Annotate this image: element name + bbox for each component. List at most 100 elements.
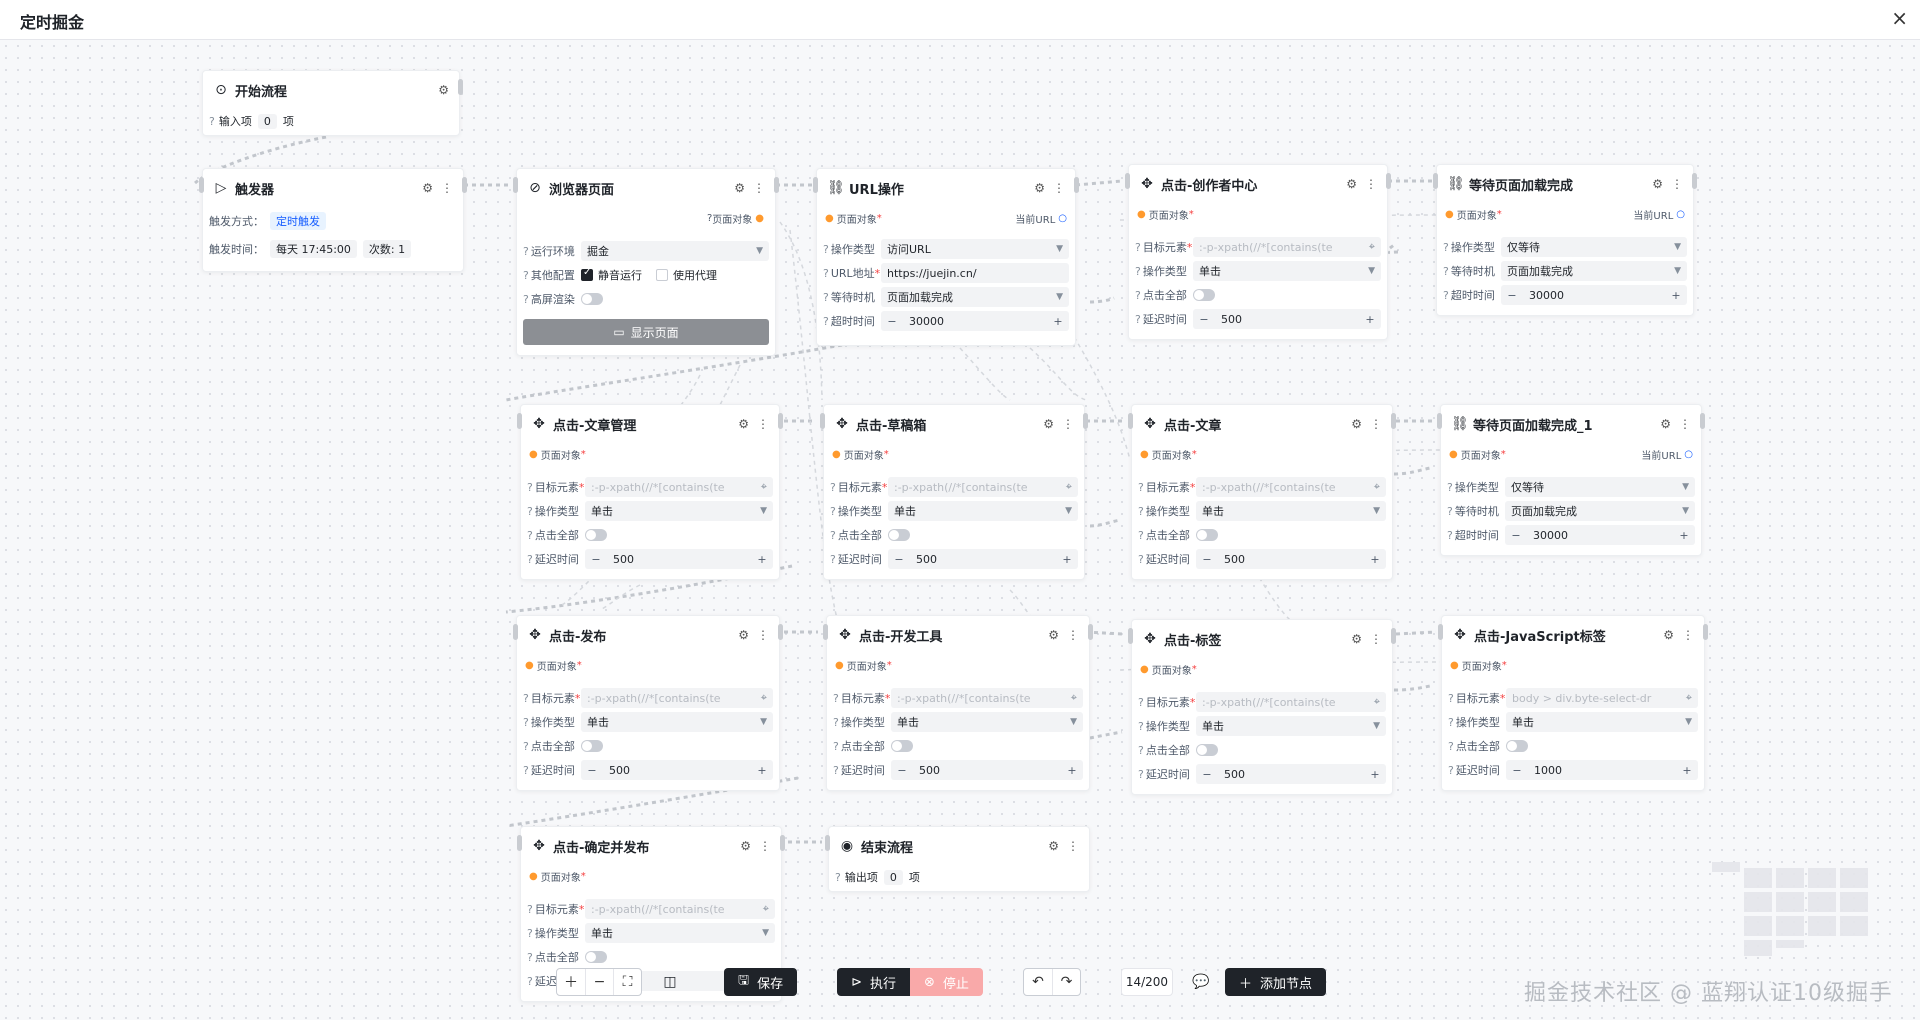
minus-icon[interactable]: − <box>891 764 913 777</box>
click-node-publish[interactable]: ✥ 点击-发布 ⚙ ⋮ ● 页面对象 * ? 目标元素*:-p-xpath(//*[contai… <box>513 615 783 791</box>
click-all-toggle[interactable] <box>891 740 913 752</box>
plus-icon[interactable]: + <box>1665 289 1687 302</box>
click-node-article[interactable]: ✥ 点击-文章 ⚙ ⋮ ● 页面对象 * ? 目标元素*:-p-xpath(//*[contai… <box>1128 404 1396 580</box>
click-all-toggle[interactable] <box>581 740 603 752</box>
gear-icon[interactable]: ⚙ <box>1048 839 1059 853</box>
trigger-time-badge[interactable]: 每天 17:45:00 <box>270 240 357 258</box>
gear-icon[interactable]: ⚙ <box>738 417 749 431</box>
trigger-count-badge[interactable]: 次数: 1 <box>362 240 412 258</box>
use-proxy-checkbox[interactable]: 使用代理 <box>656 267 717 283</box>
more-icon[interactable]: ⋮ <box>757 628 769 642</box>
gear-icon[interactable]: ⚙ <box>1652 177 1663 191</box>
output-handle[interactable] <box>1088 624 1093 640</box>
gear-icon[interactable]: ⚙ <box>1663 628 1674 642</box>
gear-icon[interactable]: ⚙ <box>1660 417 1671 431</box>
gear-icon[interactable]: ⚙ <box>1351 632 1362 646</box>
output-handle[interactable] <box>778 413 783 429</box>
click-node-drafts[interactable]: ✥ 点击-草稿箱 ⚙ ⋮ ● 页面对象 * ? 目标元素*:-p-xpath(//*[conta… <box>820 404 1088 580</box>
plus-icon[interactable]: + <box>1056 553 1078 566</box>
output-handle[interactable] <box>1391 413 1396 429</box>
output-handle[interactable] <box>462 177 467 193</box>
plus-icon[interactable]: + <box>1676 764 1698 777</box>
input-handle[interactable] <box>199 177 204 193</box>
input-handle[interactable] <box>825 835 830 851</box>
more-icon[interactable]: ⋮ <box>1053 181 1065 195</box>
output-handle[interactable] <box>1083 413 1088 429</box>
click-all-toggle[interactable] <box>888 529 910 541</box>
crosshair-icon[interactable]: ⌖ <box>761 480 767 494</box>
comment-icon[interactable]: 💬 <box>1187 968 1215 996</box>
minus-icon[interactable]: − <box>888 553 910 566</box>
target-element-input[interactable]: :-p-xpath(//*[contains(te ⌖ <box>1196 692 1386 712</box>
op-type-select[interactable]: 单击 ▼ <box>581 712 773 732</box>
plus-icon[interactable]: + <box>1359 313 1381 326</box>
output-handle[interactable] <box>1692 173 1697 189</box>
wait-page-load-node-1[interactable]: ⛓ 等待页面加载完成_1 ⚙ ⋮ ● 页面对象 * 当前URL ○ ? 操作类型 仅等待 ▼? 等待时机页… <box>1437 404 1705 556</box>
crosshair-icon[interactable]: ⌖ <box>1066 480 1072 494</box>
more-icon[interactable]: ⋮ <box>441 181 453 195</box>
target-element-input[interactable]: :-p-xpath(//*[contains(te ⌖ <box>891 688 1083 708</box>
more-icon[interactable]: ⋮ <box>1365 177 1377 191</box>
close-icon[interactable]: × <box>1891 6 1908 30</box>
input-port-icon[interactable]: ● <box>1140 449 1149 460</box>
delay-stepper[interactable]: −1000 + <box>1506 760 1698 780</box>
click-node-creator-center[interactable]: ✥ 点击-创作者中心 ⚙ ⋮ ● 页面对象 * ? 目标元素*:-p-xpath(//*[con… <box>1125 164 1391 340</box>
run-button[interactable]: ⊳ 执行 <box>837 968 911 996</box>
input-port-icon[interactable]: ● <box>1449 449 1458 460</box>
minus-icon[interactable]: − <box>1501 289 1523 302</box>
delay-stepper[interactable]: −500 + <box>1196 764 1386 784</box>
target-element-input[interactable]: :-p-xpath(//*[contains(te ⌖ <box>888 477 1078 497</box>
minus-icon[interactable]: − <box>1193 313 1215 326</box>
target-element-input[interactable]: body > div.byte-select-dr ⌖ <box>1506 688 1698 708</box>
more-icon[interactable]: ⋮ <box>753 181 765 195</box>
target-element-input[interactable]: :-p-xpath(//*[contains(te ⌖ <box>585 899 775 919</box>
wait-timing-select[interactable]: 页面加载完成 ▼ <box>881 287 1069 307</box>
click-all-toggle[interactable] <box>585 951 607 963</box>
crosshair-icon[interactable]: ⌖ <box>763 902 769 916</box>
op-type-select[interactable]: 单击 ▼ <box>891 712 1083 732</box>
op-type-select[interactable]: 单击 ▼ <box>1196 716 1386 736</box>
layout-panel-icon[interactable]: ◫ <box>656 968 684 996</box>
redo-icon[interactable]: ↷ <box>1051 969 1080 995</box>
wait-timing-select[interactable]: 页面加载完成 ▼ <box>1505 501 1695 521</box>
plus-icon[interactable]: + <box>751 764 773 777</box>
plus-icon[interactable]: + <box>1061 764 1083 777</box>
plus-icon[interactable]: + <box>751 553 773 566</box>
input-port-icon[interactable]: ● <box>835 660 844 671</box>
more-icon[interactable]: ⋮ <box>759 839 771 853</box>
gear-icon[interactable]: ⚙ <box>734 181 745 195</box>
output-handle[interactable] <box>1700 413 1705 429</box>
crosshair-icon[interactable]: ⌖ <box>1369 240 1375 254</box>
output-handle[interactable] <box>774 177 779 193</box>
plus-icon[interactable]: + <box>1364 768 1386 781</box>
input-port-icon[interactable]: ● <box>525 660 534 671</box>
input-handle[interactable] <box>1128 413 1133 429</box>
more-icon[interactable]: ⋮ <box>757 417 769 431</box>
target-element-input[interactable]: :-p-xpath(//*[contains(te ⌖ <box>581 688 773 708</box>
crosshair-icon[interactable]: ⌖ <box>761 691 767 705</box>
click-all-toggle[interactable] <box>1196 529 1218 541</box>
output-port-icon[interactable]: ○ <box>1676 209 1685 220</box>
crosshair-icon[interactable]: ⌖ <box>1374 480 1380 494</box>
op-type-select[interactable]: 访问URL ▼ <box>881 239 1069 259</box>
input-handle[interactable] <box>1125 173 1130 189</box>
minimap[interactable] <box>1688 828 1884 960</box>
plus-icon[interactable]: + <box>1047 315 1069 328</box>
more-icon[interactable]: ⋮ <box>1067 839 1079 853</box>
start-flow-node[interactable]: ⊙ 开始流程 ⚙ ? 输入项 0 项 <box>202 70 463 136</box>
timeout-stepper[interactable]: −30000 + <box>1505 525 1695 545</box>
gear-icon[interactable]: ⚙ <box>438 83 449 97</box>
input-port-icon[interactable]: ● <box>1140 664 1149 675</box>
input-handle[interactable] <box>517 835 522 851</box>
more-icon[interactable]: ⋮ <box>1671 177 1683 191</box>
gear-icon[interactable]: ⚙ <box>738 628 749 642</box>
more-icon[interactable]: ⋮ <box>1682 628 1694 642</box>
delay-stepper[interactable]: −500 + <box>1196 549 1386 569</box>
output-handle[interactable] <box>780 835 785 851</box>
op-type-select[interactable]: 仅等待 ▼ <box>1501 237 1687 257</box>
gear-icon[interactable]: ⚙ <box>1034 181 1045 195</box>
input-handle[interactable] <box>820 413 825 429</box>
op-type-select[interactable]: 单击 ▼ <box>585 501 773 521</box>
click-node-devtools[interactable]: ✥ 点击-开发工具 ⚙ ⋮ ● 页面对象 * ? 目标元素*:-p-xpath(//*[cont… <box>823 615 1093 791</box>
click-node-tags[interactable]: ✥ 点击-标签 ⚙ ⋮ ● 页面对象 * ? 目标元素*:-p-xpath(//*[contai… <box>1128 619 1396 795</box>
